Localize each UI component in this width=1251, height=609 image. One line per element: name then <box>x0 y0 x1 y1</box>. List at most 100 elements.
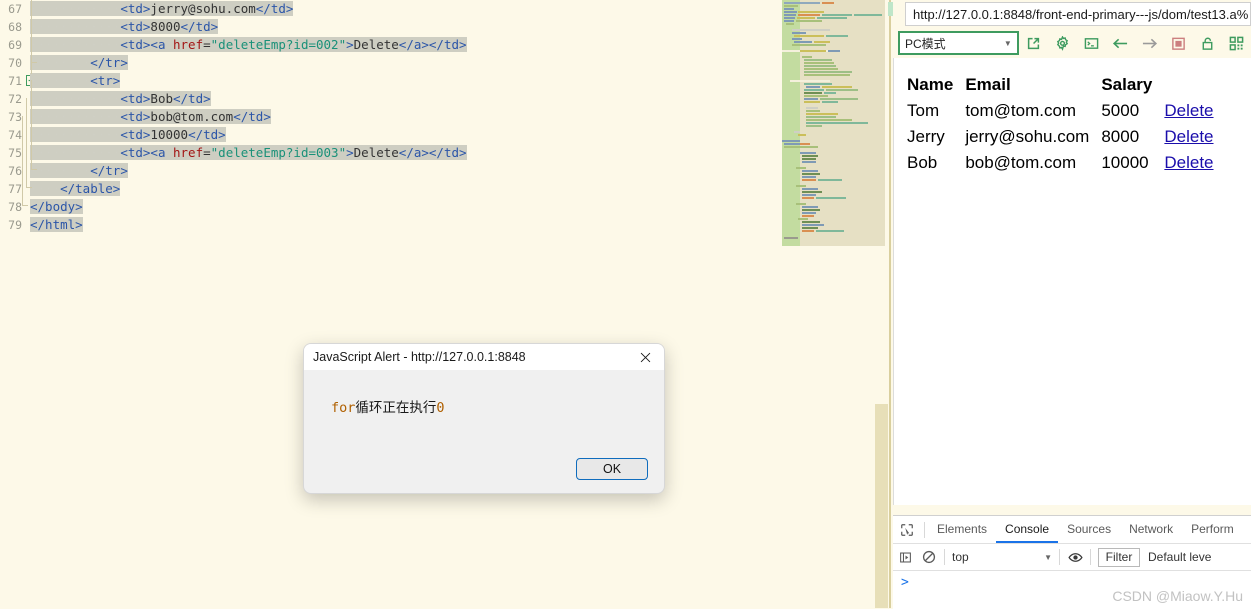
minimap-code-stripe <box>796 20 822 22</box>
minimap-code-stripe <box>784 11 797 13</box>
terminal-icon[interactable] <box>1077 31 1106 55</box>
minimap-code-stripe <box>822 86 852 88</box>
minimap-code-stripe <box>802 191 822 193</box>
code-line[interactable]: 77 ····</table> <box>0 180 780 198</box>
browser-toolbar: PC模式 ▼ <box>893 30 1251 56</box>
code-token-txt: = <box>203 37 211 52</box>
console-log-level-select[interactable]: Default leve <box>1148 550 1211 564</box>
minimap-code-stripe <box>782 140 800 142</box>
devtools-tab-sources[interactable]: Sources <box>1058 516 1120 543</box>
code-token-attr: href <box>173 145 204 160</box>
minimap-code-stripe <box>826 89 858 91</box>
clear-console-icon[interactable] <box>917 545 941 569</box>
line-number: 76 <box>8 164 22 178</box>
minimap-code-stripe <box>802 215 814 217</box>
qr-code-icon[interactable] <box>1222 31 1251 55</box>
code-token-tag: </table> <box>60 181 121 196</box>
code-editor-pane: 67 ············<td>jerry@sohu.com</td> 68 ·… <box>0 0 898 608</box>
fold-guide-line <box>22 116 23 206</box>
dialog-message-middle: 循环正在执行 <box>355 400 437 415</box>
code-token-tag: <td> <box>120 91 151 106</box>
code-editor-text-area[interactable]: 67 ············<td>jerry@sohu.com</td> 68 ·… <box>0 0 780 250</box>
code-line[interactable]: 78 </body> <box>0 198 780 216</box>
url-bar[interactable]: http://127.0.0.1:8848/front-end-primary-… <box>905 2 1251 26</box>
code-line[interactable]: 76 ········</tr> <box>0 162 780 180</box>
code-minimap[interactable] <box>782 0 885 246</box>
minimap-code-stripe <box>824 92 836 94</box>
delete-link[interactable]: Delete <box>1164 153 1213 172</box>
code-line[interactable]: 69 ············<td><a href="deleteEmp?id=… <box>0 36 780 54</box>
code-line[interactable]: 71 ········<tr> <box>0 72 780 90</box>
code-token-tag: </tr> <box>90 163 128 178</box>
close-icon[interactable] <box>626 344 664 370</box>
console-context-select[interactable]: top ▼ <box>948 547 1056 567</box>
indent-guide-dots: ···· <box>30 181 61 196</box>
minimap-code-stripe <box>816 230 844 232</box>
divider <box>1059 549 1060 565</box>
step-into-icon[interactable] <box>893 545 917 569</box>
devtools-tab-network[interactable]: Network <box>1120 516 1182 543</box>
indent-guide-dots: ········ <box>30 73 91 88</box>
line-number: 79 <box>8 218 22 232</box>
minimap-code-stripe <box>802 161 816 163</box>
minimap-code-stripe <box>804 59 832 61</box>
fold-guide-line <box>26 98 27 188</box>
dialog-title: JavaScript Alert - http://127.0.0.1:8848 <box>313 350 526 364</box>
devtools-tab-console[interactable]: Console <box>996 516 1059 543</box>
code-line[interactable]: 72 ············<td>Bob</td> <box>0 90 780 108</box>
chevron-down-icon: ▼ <box>1044 552 1052 562</box>
employee-action-cell: Delete <box>1160 150 1221 176</box>
code-line[interactable]: 70 ········</tr> <box>0 54 780 72</box>
code-line[interactable]: 74 ············<td>10000</td> <box>0 126 780 144</box>
minimap-code-stripe <box>804 101 820 103</box>
delete-link[interactable]: Delete <box>1164 101 1213 120</box>
code-token-txt: jerry@sohu.com <box>150 1 256 16</box>
divider <box>944 549 945 565</box>
delete-link[interactable]: Delete <box>1164 127 1213 146</box>
code-line[interactable]: 68 ············<td>8000</td> <box>0 18 780 36</box>
code-line-content: ········</tr> <box>30 162 128 180</box>
devtools-tab-elements[interactable]: Elements <box>928 516 996 543</box>
employee-email: tom@tom.com <box>965 101 1077 120</box>
minimap-code-stripe <box>798 11 824 13</box>
minimap-code-stripe <box>784 5 798 7</box>
unlock-icon[interactable] <box>1193 31 1222 55</box>
minimap-code-stripe <box>804 65 836 67</box>
code-line-content: ············<td>jerry@sohu.com</td> <box>30 0 294 18</box>
device-mode-select[interactable]: PC模式 ▼ <box>898 31 1019 55</box>
eye-icon[interactable] <box>1063 545 1087 569</box>
minimap-code-stripe <box>802 230 814 232</box>
open-external-icon[interactable] <box>1019 31 1048 55</box>
code-line[interactable]: 73 ············<td>bob@tom.com</td> <box>0 108 780 126</box>
console-filter-input[interactable]: Filter <box>1098 547 1140 567</box>
minimap-code-stripe <box>784 2 820 4</box>
minimap-code-stripe <box>806 116 836 118</box>
code-line-content: ············<td>bob@tom.com</td> <box>30 108 271 126</box>
minimap-code-stripe <box>802 173 820 175</box>
gear-icon[interactable] <box>1048 31 1077 55</box>
employee-name: Bob <box>907 153 938 172</box>
minimap-code-stripe <box>784 237 798 239</box>
minimap-code-stripe <box>786 23 794 25</box>
table-row: Tom tom@tom.com 5000 Delete <box>903 98 1222 124</box>
stop-icon[interactable] <box>1164 31 1193 55</box>
code-line[interactable]: 75 ············<td><a href="deleteEmp?id=… <box>0 144 780 162</box>
code-line[interactable]: 67 ············<td>jerry@sohu.com</td> <box>0 0 780 18</box>
column-header-action <box>1160 72 1221 98</box>
console-prompt-icon: > <box>901 575 909 590</box>
code-token-txt: 8000 <box>150 19 181 34</box>
javascript-alert-dialog: JavaScript Alert - http://127.0.0.1:8848… <box>303 343 665 494</box>
line-number: 78 <box>8 200 22 214</box>
devtools-tab-perform[interactable]: Perform <box>1182 516 1243 543</box>
inspect-element-icon[interactable] <box>893 516 921 544</box>
back-arrow-icon[interactable] <box>1106 31 1135 55</box>
code-token-tag: </html> <box>30 217 83 232</box>
minimap-code-stripe <box>804 71 852 73</box>
code-line[interactable]: 79 </html> <box>0 216 780 234</box>
dialog-title-bar: JavaScript Alert - http://127.0.0.1:8848 <box>304 344 664 370</box>
editor-scrollbar-thumb[interactable] <box>875 404 888 608</box>
employee-salary: 5000 <box>1101 101 1140 120</box>
code-token-txt: Delete <box>353 37 399 52</box>
forward-arrow-icon[interactable] <box>1135 31 1164 55</box>
dialog-ok-button[interactable]: OK <box>576 458 648 480</box>
